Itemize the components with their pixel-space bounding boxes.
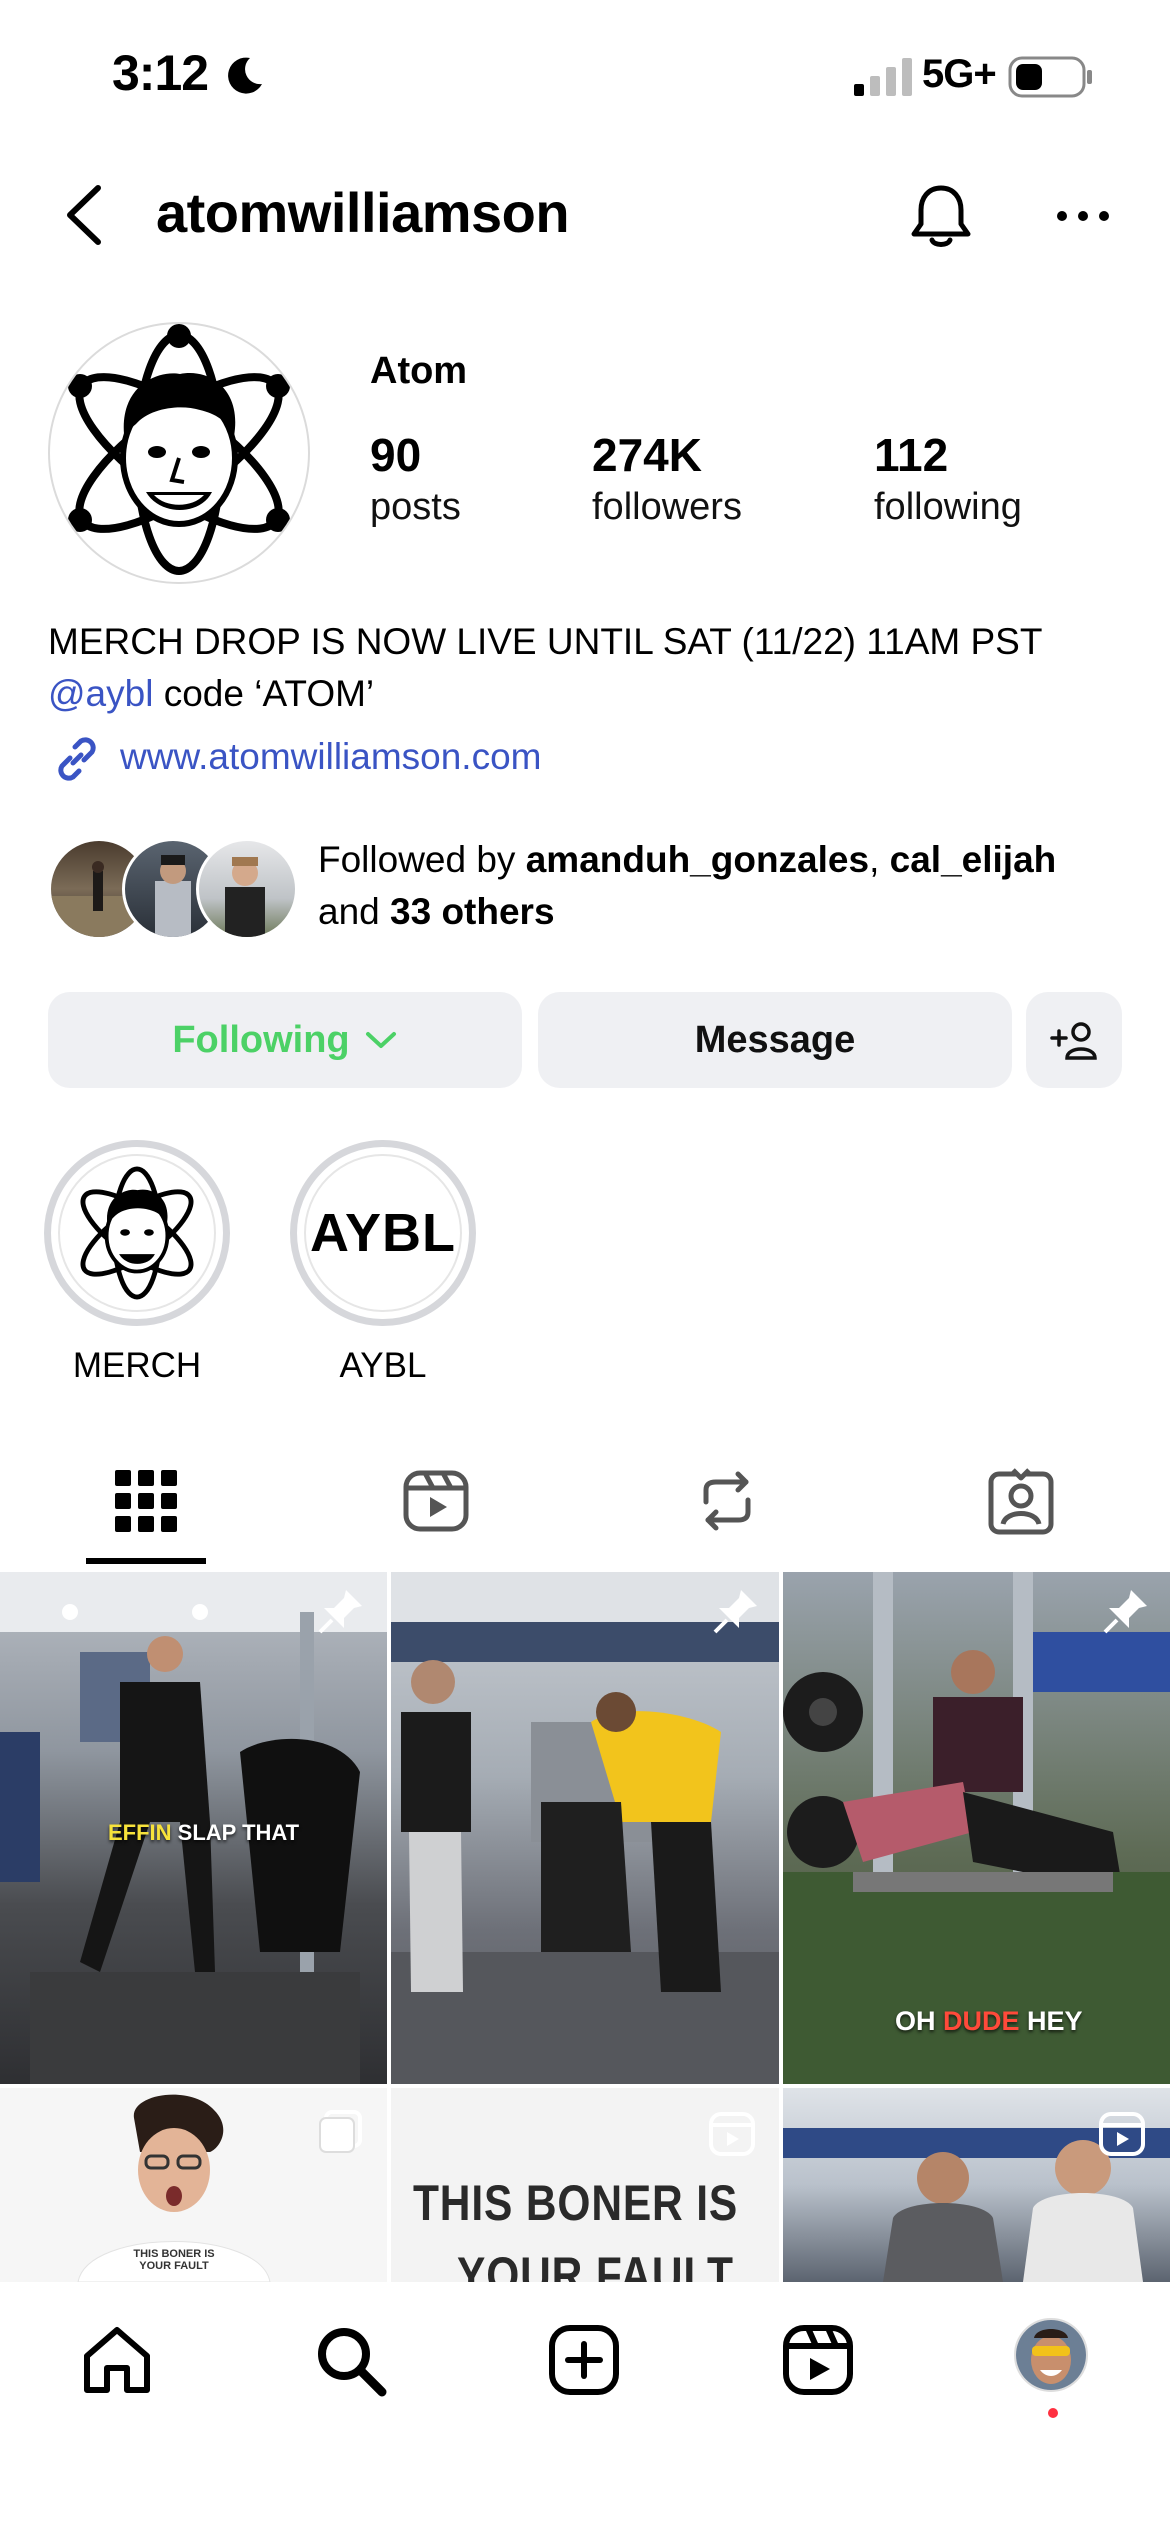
grid-post-4[interactable]: THIS BONER IS YOUR FAULT bbox=[0, 2088, 387, 2282]
tagged-tab-icon[interactable] bbox=[986, 1466, 1056, 1536]
aybl-logo-text: AYBL bbox=[309, 1203, 457, 1263]
atom-logo-small-icon bbox=[80, 1166, 194, 1300]
post-5-line-2: YOUR FAULT bbox=[457, 2247, 734, 2282]
profile-avatar[interactable] bbox=[1014, 2318, 1088, 2392]
post-4-shirt-text: THIS BONER IS YOUR FAULT bbox=[133, 2248, 215, 2272]
bottom-navigation bbox=[0, 2282, 1170, 2532]
grid-post-3[interactable]: OH DUDE HEY bbox=[783, 1572, 1170, 2084]
profile-username: atomwilliamson bbox=[156, 181, 570, 244]
post-5-line-1: THIS BONER IS bbox=[413, 2175, 739, 2231]
display-name: Atom bbox=[370, 350, 468, 392]
posts-label: posts bbox=[370, 486, 461, 528]
following-count[interactable]: 112 bbox=[874, 428, 948, 482]
bio-line-2: @aybl code ‘ATOM’ bbox=[48, 668, 1128, 720]
followers-count[interactable]: 274K bbox=[592, 428, 702, 482]
suggested-users-button[interactable] bbox=[1026, 992, 1122, 1088]
following-button-label: Following bbox=[172, 1018, 350, 1061]
profile-avatar-large[interactable] bbox=[48, 322, 310, 584]
add-user-icon bbox=[1050, 1022, 1097, 1060]
highlight-merch[interactable] bbox=[44, 1140, 230, 1326]
profile-bio: MERCH DROP IS NOW LIVE UNTIL SAT (11/22)… bbox=[48, 616, 1128, 720]
followed-by-sep: , bbox=[869, 839, 890, 880]
pin-icon bbox=[318, 1590, 362, 1634]
active-tab-indicator bbox=[86, 1558, 206, 1564]
pin-icon bbox=[713, 1590, 757, 1634]
atom-logo-icon bbox=[68, 324, 290, 575]
followed-by-and: and bbox=[318, 891, 391, 932]
create-icon[interactable] bbox=[546, 2322, 622, 2398]
bio-line-2-text: code ‘ATOM’ bbox=[153, 673, 375, 714]
notification-dot bbox=[1048, 2408, 1058, 2418]
home-icon[interactable] bbox=[79, 2322, 155, 2398]
moon-icon bbox=[228, 57, 262, 94]
gym-scene-2 bbox=[391, 1572, 779, 2084]
link-icon bbox=[58, 737, 96, 781]
post-3-caption-a: OH bbox=[895, 2006, 944, 2036]
followed-by-others[interactable]: 33 others bbox=[390, 891, 555, 932]
post-3-caption-b: DUDE bbox=[943, 2006, 1020, 2036]
pin-icon bbox=[1103, 1590, 1147, 1634]
highlight-merch-label: MERCH bbox=[72, 1346, 202, 1385]
signal-icon bbox=[854, 58, 912, 96]
followed-by-user-1[interactable]: amanduh_gonzales bbox=[526, 839, 869, 880]
following-label[interactable]: following bbox=[874, 486, 1022, 529]
more-icon[interactable] bbox=[1054, 208, 1112, 224]
reels-icon[interactable] bbox=[780, 2322, 856, 2398]
reels-tab-icon[interactable] bbox=[401, 1466, 471, 1536]
grid-icon[interactable] bbox=[111, 1466, 181, 1536]
followed-by-user-2[interactable]: cal_elijah bbox=[890, 839, 1057, 880]
battery-icon bbox=[1008, 56, 1092, 98]
post-1-caption: EFFIN SLAP THAT bbox=[108, 1820, 299, 1846]
chevron-down-icon bbox=[365, 1032, 396, 1048]
back-icon[interactable] bbox=[60, 180, 110, 250]
profile-avatar-photo bbox=[1016, 2320, 1086, 2390]
reposts-tab-icon[interactable] bbox=[692, 1466, 762, 1536]
grid-post-6[interactable] bbox=[783, 2088, 1170, 2282]
grid-post-5[interactable]: THIS BONER IS YOUR FAULT bbox=[391, 2088, 779, 2282]
reel-icon bbox=[709, 2112, 755, 2156]
message-button-label: Message bbox=[694, 1018, 856, 1061]
followed-by-text[interactable]: Followed by amanduh_gonzales, cal_elijah… bbox=[318, 834, 1148, 938]
message-button[interactable]: Message bbox=[538, 992, 1012, 1088]
search-icon[interactable] bbox=[312, 2322, 388, 2398]
mutual-followers-avatars[interactable] bbox=[48, 838, 298, 940]
reel-icon bbox=[1099, 2112, 1145, 2156]
bio-line-1: MERCH DROP IS NOW LIVE UNTIL SAT (11/22)… bbox=[48, 621, 1043, 662]
post-1-caption-b: SLAP THAT bbox=[171, 1820, 300, 1845]
bell-icon[interactable] bbox=[908, 180, 974, 250]
highlight-aybl[interactable]: AYBL bbox=[290, 1140, 476, 1326]
followed-by-prefix: Followed by bbox=[318, 839, 526, 880]
grid-post-2[interactable] bbox=[391, 1572, 779, 2084]
post-3-caption-c: HEY bbox=[1019, 2006, 1083, 2036]
post-1-caption-a: EFFIN bbox=[108, 1820, 172, 1845]
profile-website-link[interactable]: www.atomwilliamson.com bbox=[120, 736, 542, 778]
highlight-merch-cover bbox=[58, 1154, 216, 1312]
posts-count: 90 bbox=[370, 429, 422, 481]
highlight-aybl-label: AYBL bbox=[339, 1346, 427, 1385]
status-time: 3:12 bbox=[112, 45, 209, 101]
grid-post-1[interactable]: EFFIN SLAP THAT bbox=[0, 1572, 387, 2084]
highlight-aybl-cover: AYBL bbox=[304, 1154, 462, 1312]
followers-label[interactable]: followers bbox=[592, 486, 742, 529]
bio-mention-link[interactable]: @aybl bbox=[48, 673, 153, 714]
following-button[interactable]: Following bbox=[48, 992, 522, 1088]
carousel-icon bbox=[319, 2110, 362, 2153]
network-label: 5G+ bbox=[922, 52, 997, 96]
post-3-caption: OH DUDE HEY bbox=[895, 2006, 1083, 2037]
mutual-avatar-3 bbox=[196, 838, 298, 940]
